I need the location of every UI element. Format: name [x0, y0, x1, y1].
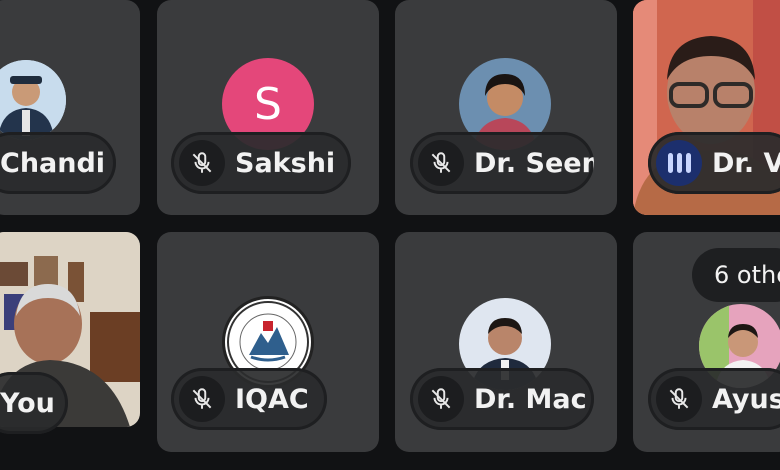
participant-name-pill: Chandi — [0, 132, 116, 194]
avatar — [0, 60, 66, 140]
participant-name: Ayus — [712, 383, 780, 415]
participant-name: You — [0, 387, 55, 419]
speaking-indicator-icon — [656, 140, 702, 186]
avatar-initial: S — [254, 78, 282, 130]
participant-name: Sakshi — [235, 147, 336, 179]
others-count-button[interactable]: 6 othe — [692, 248, 780, 302]
participant-name: Chandi — [0, 147, 106, 179]
participant-name: IQAC — [235, 383, 309, 415]
mic-off-icon — [179, 140, 225, 186]
participant-name-pill: Dr. V — [648, 132, 780, 194]
others-count-label: 6 othe — [714, 261, 780, 289]
participant-name: Dr. Mac — [474, 383, 587, 415]
participant-name: Dr. V — [712, 147, 780, 179]
participant-name-pill: Ayus — [648, 368, 780, 430]
mic-off-icon — [418, 376, 464, 422]
mic-off-icon — [418, 140, 464, 186]
participant-name-pill: Dr. Mac — [410, 368, 594, 430]
participant-name: Dr. Seema — [474, 147, 594, 179]
participant-name-pill: IQAC — [171, 368, 327, 430]
mic-off-icon — [656, 376, 702, 422]
participant-name-pill: Sakshi — [171, 132, 351, 194]
mic-off-icon — [179, 376, 225, 422]
participant-name-pill: Dr. Seema — [410, 132, 594, 194]
participant-name-pill: You — [0, 372, 68, 434]
